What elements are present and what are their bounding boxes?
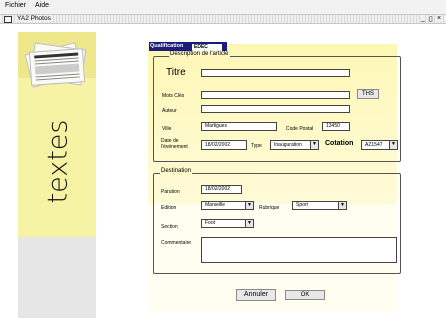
newspaper-icon <box>22 42 92 92</box>
chevron-down-icon: ▼ <box>389 141 397 149</box>
ths-button[interactable]: THS <box>357 89 379 99</box>
cotation-select[interactable]: AZ1547 ▼ <box>361 140 398 150</box>
code-postal-input[interactable]: 13450 <box>322 122 350 131</box>
description-legend: Description de l'article <box>169 51 230 57</box>
auteur-label: Auteur <box>162 108 177 114</box>
chevron-down-icon: ▼ <box>310 141 318 149</box>
window-title: YA2 Photos <box>15 15 53 22</box>
motscles-input[interactable] <box>201 91 350 99</box>
type-select-value: Inauguration <box>274 142 302 148</box>
edition-select-value: Marseille <box>205 202 226 208</box>
auteur-input[interactable] <box>201 105 350 113</box>
rubrique-label: Rubrique <box>259 205 280 211</box>
chevron-down-icon: ▼ <box>338 202 346 209</box>
annuler-button[interactable]: Annuler <box>236 289 276 301</box>
maximize-button[interactable]: ▯ <box>429 15 433 23</box>
type-label: Type <box>251 143 262 149</box>
rubrique-select-value: Sport <box>296 202 308 208</box>
tab-edit-field[interactable]: EDÉC <box>192 44 222 51</box>
titre-label: Titre <box>166 67 186 78</box>
cotation-select-value: AZ1547 <box>365 142 383 148</box>
edition-label: Edition <box>161 205 177 211</box>
chevron-down-icon: ▼ <box>245 202 253 209</box>
commentaire-textarea[interactable] <box>201 237 397 263</box>
left-panel: textes <box>18 32 96 318</box>
section-label: Section <box>161 224 178 230</box>
rubrique-select[interactable]: Sport ▼ <box>292 201 347 210</box>
tab-qualification[interactable]: Qualification <box>150 43 183 49</box>
parution-input[interactable]: 18/02/2002 <box>201 185 242 194</box>
menu-bar: Fichier Aide <box>0 0 446 14</box>
ok-button[interactable]: OK <box>285 290 325 300</box>
ville-label: Ville <box>162 126 172 132</box>
menu-fichier[interactable]: Fichier <box>5 2 26 9</box>
ville-input[interactable]: Martigues <box>201 122 277 131</box>
code-postal-label: Code Postal <box>286 126 314 132</box>
left-panel-title: textes <box>42 119 74 204</box>
chevron-down-icon: ▼ <box>245 220 253 227</box>
document-icon <box>4 16 12 23</box>
cotation-label: Cotation <box>325 140 354 147</box>
window-titlebar: YA2 Photos _ ▯ × <box>0 14 446 24</box>
titre-input[interactable] <box>201 69 350 77</box>
type-select[interactable]: Inauguration ▼ <box>270 140 319 150</box>
section-select[interactable]: Foot ▼ <box>201 219 254 228</box>
date-label-line2: l'événement <box>161 144 188 150</box>
parution-label: Parution <box>161 189 180 195</box>
commentaire-label: Commentaire <box>161 240 192 246</box>
date-input[interactable]: 18/02/2002 <box>201 140 247 150</box>
destination-legend: Destination <box>160 168 193 174</box>
menu-aide[interactable]: Aide <box>35 2 49 9</box>
section-select-value: Foot <box>205 220 216 226</box>
close-button[interactable]: × <box>437 15 442 22</box>
edition-select[interactable]: Marseille ▼ <box>201 201 254 210</box>
minimize-button[interactable]: _ <box>421 15 425 22</box>
motscles-label: Mots Clés <box>162 93 185 99</box>
